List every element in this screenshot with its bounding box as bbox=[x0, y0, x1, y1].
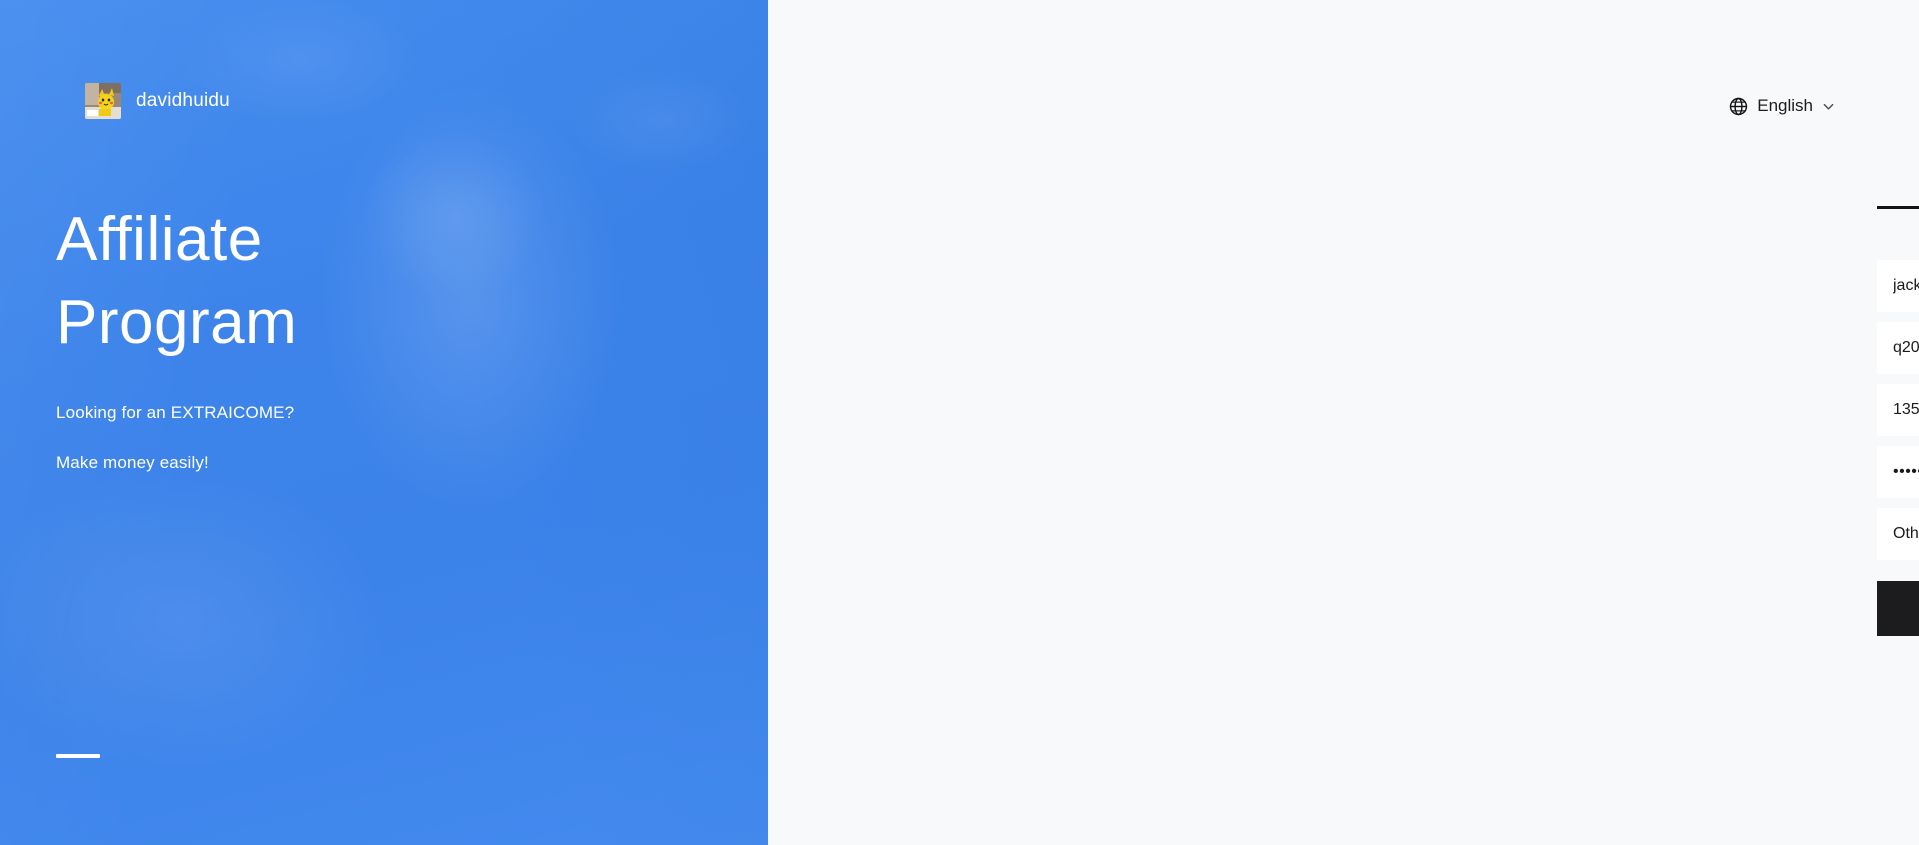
form-panel: English APPLY SIGN IN bbox=[768, 0, 1919, 845]
language-label: English bbox=[1757, 96, 1813, 115]
signin-hint: Already have an account? Sign in bbox=[1877, 674, 1919, 692]
apply-submit-button[interactable]: APPLY bbox=[1877, 581, 1919, 636]
payment-method-label: Others bbox=[1893, 525, 1919, 542]
phone-input[interactable] bbox=[1877, 384, 1919, 436]
globe-icon bbox=[1729, 97, 1748, 116]
language-switcher[interactable]: English bbox=[1729, 96, 1835, 116]
auth-card: APPLY SIGN IN bbox=[1877, 155, 1919, 692]
promo-subtitle-1: Looking for an EXTRAICOME? bbox=[56, 403, 295, 422]
auth-tabs: APPLY SIGN IN bbox=[1877, 155, 1919, 209]
email-field-wrap bbox=[1877, 322, 1919, 374]
payment-row: Others paypal：2051879@qq.com bbox=[1877, 508, 1919, 560]
promo-subtitle-2: Make money easily! bbox=[56, 453, 209, 472]
tab-apply[interactable]: APPLY bbox=[1877, 155, 1919, 209]
affiliate-signup-page: davidhuidu Affiliate Program Looking for… bbox=[0, 0, 1919, 845]
brand: davidhuidu bbox=[85, 83, 230, 119]
username-input[interactable] bbox=[1877, 260, 1919, 312]
page-title-line-2: Program bbox=[56, 288, 298, 357]
brand-name: davidhuidu bbox=[136, 90, 230, 111]
page-title: Affiliate Program bbox=[56, 198, 616, 364]
carousel-indicator[interactable] bbox=[56, 754, 100, 758]
username-field-wrap bbox=[1877, 260, 1919, 312]
email-input[interactable] bbox=[1877, 322, 1919, 374]
promo-panel: davidhuidu Affiliate Program Looking for… bbox=[0, 0, 768, 845]
pikachu-avatar-image bbox=[85, 83, 121, 119]
promo-content: davidhuidu Affiliate Program Looking for… bbox=[0, 0, 768, 845]
chevron-down-icon bbox=[1822, 100, 1835, 113]
password-input[interactable] bbox=[1877, 446, 1919, 498]
payment-method-select[interactable]: Others bbox=[1877, 508, 1919, 560]
phone-field-wrap bbox=[1877, 384, 1919, 436]
password-field-wrap bbox=[1877, 446, 1919, 498]
page-title-line-1: Affiliate bbox=[56, 205, 263, 274]
